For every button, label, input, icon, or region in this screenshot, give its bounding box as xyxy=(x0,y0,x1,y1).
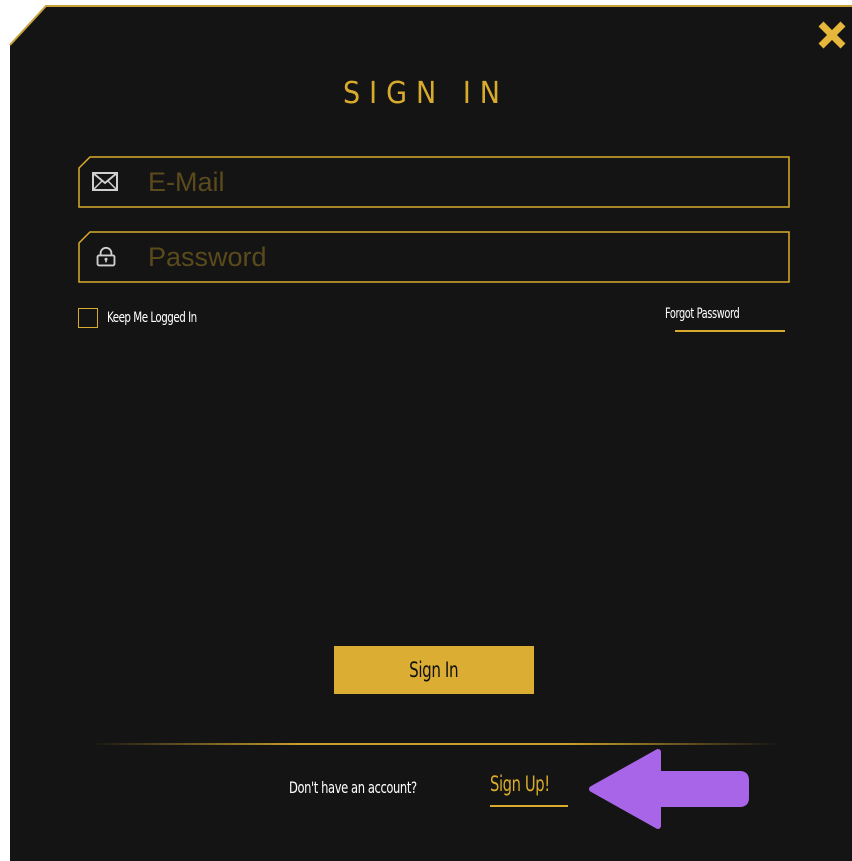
sign-in-button-label: Sign In xyxy=(409,658,459,682)
forgot-password-link[interactable]: Forgot Password xyxy=(665,306,774,322)
password-input[interactable] xyxy=(148,237,768,277)
dialog-title: SIGN IN xyxy=(343,76,509,111)
keep-logged-in-label: Keep Me Logged In xyxy=(107,310,197,326)
close-icon[interactable] xyxy=(815,18,849,52)
sign-up-link[interactable]: Sign Up! xyxy=(490,772,550,796)
email-input[interactable] xyxy=(148,162,768,202)
divider xyxy=(90,743,780,745)
no-account-text: Don't have an account? xyxy=(289,778,417,797)
sign-in-button[interactable]: Sign In xyxy=(334,646,534,694)
keep-logged-in-toggle[interactable]: Keep Me Logged In xyxy=(78,306,216,330)
envelope-icon xyxy=(92,172,118,191)
forgot-password-underline xyxy=(675,330,785,332)
lock-icon xyxy=(96,246,116,267)
arrow-left-icon xyxy=(589,749,749,829)
email-field[interactable] xyxy=(78,156,790,208)
keep-logged-in-checkbox[interactable] xyxy=(78,308,98,328)
password-field[interactable] xyxy=(78,231,790,283)
dialog-frame xyxy=(9,5,852,861)
sign-up-underline xyxy=(490,805,568,807)
